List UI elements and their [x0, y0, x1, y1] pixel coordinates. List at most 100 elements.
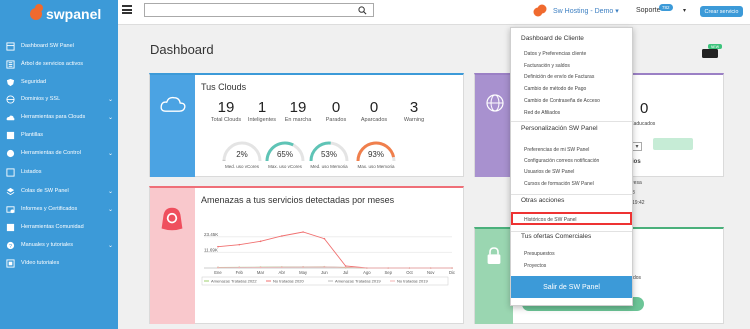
gauge-value: 53%: [320, 150, 337, 159]
x-tick-label: Nov: [427, 270, 435, 275]
chevron-down-icon[interactable]: ⌄: [108, 96, 113, 103]
dropdown-section-title: Tus ofertas Comerciales: [521, 233, 592, 240]
chevron-down-icon[interactable]: ⌄: [108, 206, 113, 213]
x-tick-label: Oct: [406, 270, 413, 275]
wallet-new-icon[interactable]: NEW: [700, 44, 722, 58]
dropdown-menu-item[interactable]: Cambio de método de Pago: [524, 86, 586, 92]
sidebar-item[interactable]: Dominios y SSL ⌄: [0, 90, 118, 108]
report-icon: [5, 204, 15, 214]
sidebar-item[interactable]: Vídeo tutoriales: [0, 254, 118, 272]
dropdown-menu-item[interactable]: Datos y Preferencias cliente: [524, 51, 586, 57]
new-badge: NEW: [711, 45, 720, 49]
dropdown-menu-item[interactable]: Usuarios de SW Panel: [524, 169, 574, 175]
dashboard-icon: [5, 41, 15, 51]
sidebar-item[interactable]: Colas de SW Panel ⌄: [0, 182, 118, 200]
usage-gauge: 93% Max. uso Memoria: [354, 137, 398, 173]
sidebar-item-label: Colas de SW Panel: [21, 188, 69, 194]
y-tick-label: 11.69K: [204, 247, 218, 252]
cloud-stat-label: En marcha: [284, 117, 312, 123]
ssl-card-banner: [475, 229, 513, 324]
clouds-card-banner: [150, 75, 195, 177]
chevron-down-icon[interactable]: ⌄: [108, 150, 113, 157]
globe-icon: [486, 94, 504, 112]
dropdown-menu-item[interactable]: Históricos de SW Panel: [524, 217, 577, 223]
gauge-value: 93%: [367, 150, 384, 159]
dropdown-menu-item[interactable]: Proyectos: [524, 263, 546, 269]
cloud-stat-value: 1: [257, 99, 267, 116]
cloud-stat-value: 0: [331, 99, 341, 116]
data-point: [323, 266, 326, 268]
chevron-down-icon[interactable]: ⌄: [108, 114, 113, 121]
dropdown-menu-item[interactable]: Presupuestos: [524, 251, 555, 257]
domains-partial-time: 19:42: [632, 200, 645, 206]
layers-icon: [5, 186, 15, 196]
sidebar-item[interactable]: Informes y Certificados ⌄: [0, 200, 118, 218]
sidebar-item[interactable]: Árbol de servicios activos: [0, 55, 118, 73]
sidebar-item[interactable]: Dashboard SW Panel: [0, 37, 118, 55]
clouds-card: Tus Clouds 19 Total Clouds 1 Inteligentes 19…: [149, 73, 464, 177]
crear-servicio-button[interactable]: Crear servicio: [700, 6, 743, 17]
dropdown-divider: [511, 121, 632, 122]
sidebar-item[interactable]: Herramientas para Clouds ⌄: [0, 108, 118, 126]
cloud-stat[interactable]: 19 Total Clouds: [208, 99, 244, 123]
cloud-stat[interactable]: 3 Warning: [396, 99, 432, 123]
chevron-down-icon[interactable]: ⌄: [108, 188, 113, 195]
video-icon: [5, 258, 15, 268]
sidebar-item[interactable]: Herramientas Comunidad: [0, 218, 118, 236]
data-point: [408, 267, 411, 269]
search-icon[interactable]: [358, 6, 367, 15]
dropdown-divider: [511, 231, 632, 232]
sidebar-item[interactable]: Plantillas: [0, 126, 118, 144]
template-icon: [5, 130, 15, 140]
brand-logo[interactable]: swpanel: [0, 0, 118, 28]
soporte-chevron-icon[interactable]: ▾: [683, 7, 686, 14]
cloud-stat-value: 3: [409, 99, 419, 116]
dropdown-menu-item[interactable]: Cursos de formación SW Panel: [524, 181, 594, 187]
sidebar-item[interactable]: Herramientas de Control ⌄: [0, 144, 118, 162]
globe-icon: [5, 94, 15, 104]
legend-label: Amenazas Tratadas 2019: [335, 279, 381, 284]
threats-title: Amenazas a tus servicios detectadas por …: [201, 195, 395, 205]
account-dropdown-menu: Salir de SW Panel Dashboard de Cliente Da…: [510, 27, 633, 306]
logout-button[interactable]: Salir de SW Panel: [511, 276, 632, 298]
dropdown-menu-item[interactable]: Preferencias de mi SW Panel: [524, 147, 589, 153]
data-point: [281, 266, 283, 268]
cloud-stat-label: Total Clouds: [210, 117, 242, 123]
data-point: [429, 267, 432, 269]
search-input[interactable]: [144, 3, 374, 17]
x-tick-label: Feb: [236, 270, 244, 275]
usage-gauge: 53% Med. uso Memoria: [307, 137, 351, 173]
domain-action-button[interactable]: [653, 138, 693, 150]
dropdown-menu-item[interactable]: Facturación y saldos: [524, 63, 570, 69]
data-point: [387, 267, 389, 269]
dropdown-menu-item[interactable]: Red de Afiliados: [524, 110, 560, 116]
dropdown-section-title: Dashboard de Cliente: [521, 35, 584, 42]
legend-label: No tratadas 2020: [273, 279, 304, 284]
cloud-stat[interactable]: 1 Inteligentes: [244, 99, 280, 123]
tree-icon: [5, 59, 15, 69]
account-dropdown[interactable]: Sw Hosting - Demo ▾: [553, 7, 619, 15]
soporte-count-badge: 782: [659, 4, 673, 11]
sidebar-item[interactable]: Seguridad: [0, 73, 118, 91]
page-title: Dashboard: [150, 42, 214, 57]
hamburger-menu-icon[interactable]: [122, 5, 132, 14]
data-point: [451, 267, 453, 269]
gauge-value: 65%: [276, 150, 293, 159]
sidebar-item-label: Manuales y tutoriales: [21, 242, 73, 248]
account-cloud-icon[interactable]: [532, 4, 548, 17]
cloud-stat[interactable]: 19 En marcha: [280, 99, 316, 123]
dropdown-menu-item[interactable]: Definición de envío de Facturas: [524, 74, 594, 80]
sidebar-item[interactable]: ? Manuales y tutoriales ⌄: [0, 236, 118, 254]
legend-label: No tratadas 2019: [397, 279, 428, 284]
cloud-stat-label: Aparcados: [360, 117, 388, 123]
dropdown-menu-item[interactable]: Configuración correos notificación: [524, 158, 599, 164]
sidebar-item[interactable]: Listados: [0, 163, 118, 181]
cloud-stat[interactable]: 0 Aparcados: [356, 99, 392, 123]
soporte-link[interactable]: Soporte: [636, 7, 661, 14]
chevron-down-icon[interactable]: ⌄: [108, 242, 113, 249]
domain-select-chevron-icon[interactable]: ▾: [632, 142, 642, 151]
sidebar-item-label: Herramientas para Clouds: [21, 114, 86, 120]
cloud-stat[interactable]: 0 Parados: [318, 99, 354, 123]
dropdown-menu-item[interactable]: Cambio de Contraseña de Acceso: [524, 98, 600, 104]
data-point: [323, 237, 326, 240]
